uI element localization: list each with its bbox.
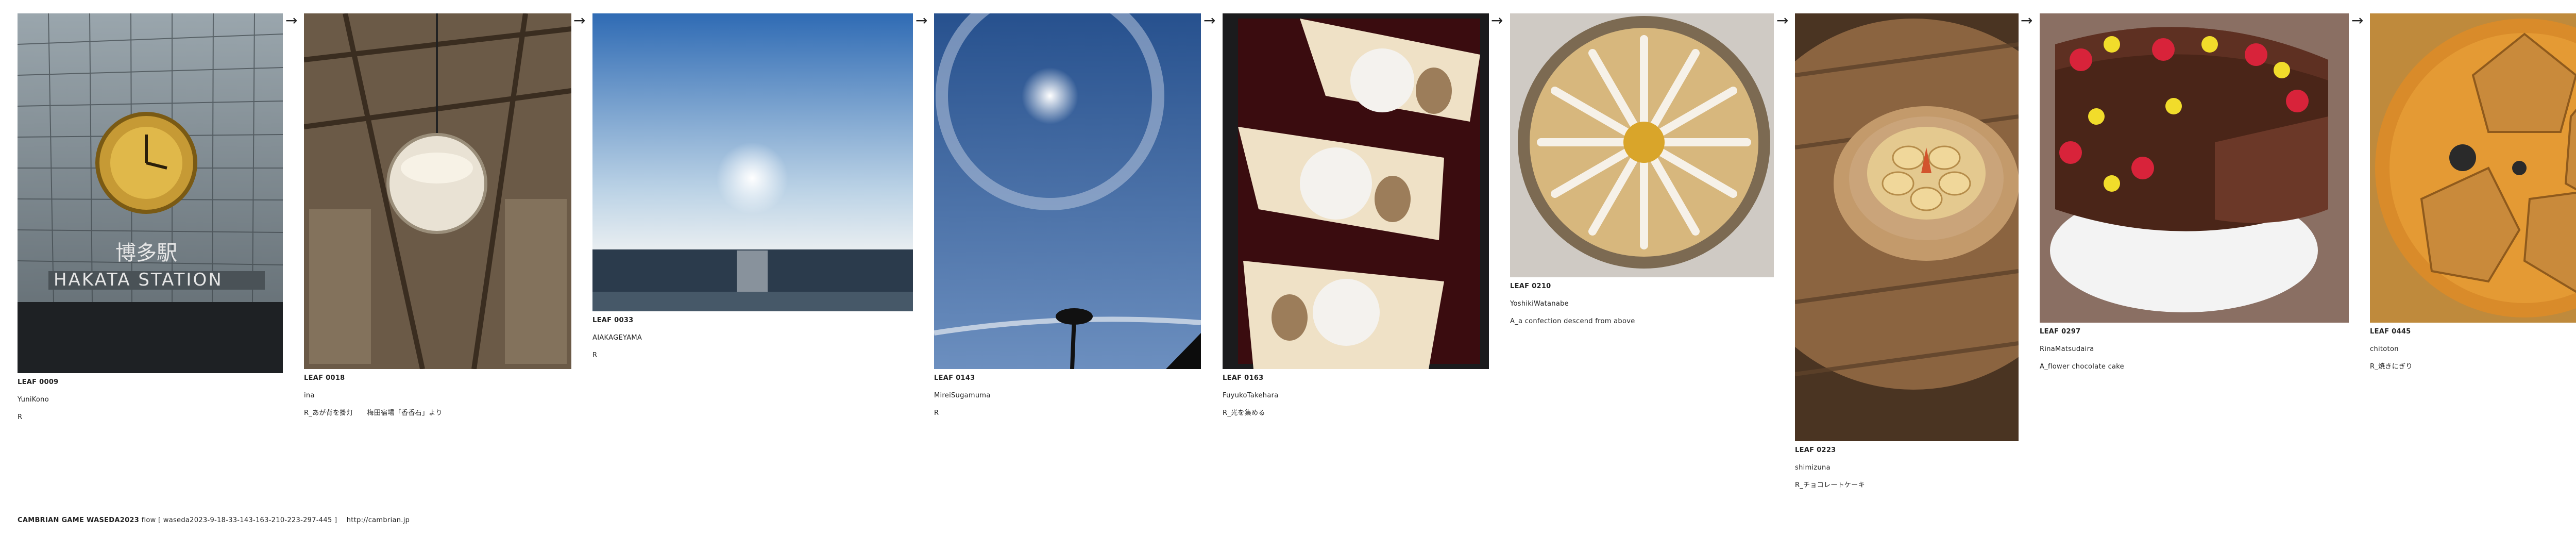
leaf-card-0445[interactable]: LEAF 0445 chitoton R_焼きにぎり [2370, 13, 2576, 380]
leaf-author: shimizuna [1795, 464, 1831, 472]
footer-flow: flow [ waseda2023-9-18-33-143-163-210-22… [141, 516, 337, 524]
leaf-caption: R [934, 409, 939, 417]
leaf-photo-chocolate-cake-table[interactable] [1795, 13, 2019, 441]
leaf-id: LEAF 0009 [18, 378, 59, 386]
leaf-id: LEAF 0297 [2040, 328, 2081, 336]
footer-url-link[interactable]: http://cambrian.jp [347, 516, 410, 524]
leaf-id: LEAF 0163 [1223, 374, 1264, 382]
leaf-caption: A_a confection descend from above [1510, 317, 1635, 325]
station-sign-en: HAKATA STATION [54, 270, 223, 290]
flow-arrow-icon: → [1776, 12, 1789, 29]
leaf-caption: R_光を集める [1223, 409, 1265, 417]
leaf-card-0018[interactable]: LEAF 0018 ina R_あが背を掛灯 梅田宿場「香香石」より [304, 13, 571, 427]
flow-arrow-icon: → [916, 12, 928, 29]
leaf-caption: R_焼きにぎり [2370, 363, 2413, 371]
leaf-photo-sun-halo[interactable] [934, 13, 1201, 369]
leaf-photo-flower-chocolate-cake[interactable] [2040, 13, 2349, 323]
leaf-caption: R_チョコレートケーキ [1795, 481, 1865, 489]
flow-arrow-icon: → [285, 12, 298, 29]
leaf-author: FuyukoTakehara [1223, 392, 1279, 399]
leaf-caption: R [592, 352, 598, 359]
leaf-id: LEAF 0210 [1510, 282, 1551, 290]
leaf-id: LEAF 0223 [1795, 446, 1836, 454]
leaf-author: YuniKono [18, 396, 49, 404]
leaf-photo-boat-dishes[interactable] [1223, 13, 1489, 369]
leaf-caption: R [18, 413, 23, 421]
leaf-author: MireiSugamuma [934, 392, 991, 399]
leaf-card-0223[interactable]: LEAF 0223 shimizuna R_チョコレートケーキ [1795, 13, 2019, 499]
leaf-author: chitoton [2370, 345, 2399, 353]
leaf-card-0163[interactable]: LEAF 0163 FuyukoTakehara R_光を集める [1223, 13, 1489, 427]
leaf-caption: R_あが背を掛灯 梅田宿場「香香石」より [304, 409, 443, 417]
leaf-author: ina [304, 392, 315, 399]
leaf-author: AIAKAGEYAMA [592, 334, 642, 342]
leaf-card-0143[interactable]: LEAF 0143 MireiSugamuma R [934, 13, 1201, 427]
leaf-photo-barn-lamp[interactable] [304, 13, 571, 369]
leaf-id: LEAF 0143 [934, 374, 975, 382]
leaf-id: LEAF 0018 [304, 374, 345, 382]
flow-arrow-icon: → [573, 12, 586, 29]
leaf-card-0009[interactable]: 博多駅 HAKATA STATION LEAF 0009 YuniKono R [18, 13, 283, 431]
leaf-photo-grilled-rice-balls[interactable] [2370, 13, 2576, 323]
leaf-card-0297[interactable]: LEAF 0297 RinaMatsudaira A_flower chocol… [2040, 13, 2349, 380]
leaf-photo-sea-sunset[interactable] [592, 13, 913, 311]
flow-arrow-icon: → [1491, 12, 1503, 29]
leaf-id: LEAF 0445 [2370, 328, 2411, 336]
leaf-author: RinaMatsudaira [2040, 345, 2094, 353]
leaf-caption: A_flower chocolate cake [2040, 363, 2124, 371]
station-sign-jp: 博多駅 [115, 241, 177, 265]
flow-arrow-icon: → [2021, 12, 2033, 29]
leaf-card-0033[interactable]: LEAF 0033 AIAKAGEYAMA R [592, 13, 913, 369]
leaf-id: LEAF 0033 [592, 316, 634, 324]
flow-arrow-icon: → [1204, 12, 1216, 29]
leaf-card-0210[interactable]: LEAF 0210 YoshikiWatanabe A_a confection… [1510, 13, 1774, 335]
leaf-photo-confection-tart[interactable] [1510, 13, 1774, 277]
footer-title: CAMBRIAN GAME WASEDA2023 [18, 516, 140, 524]
leaf-author: YoshikiWatanabe [1510, 300, 1569, 308]
leaf-photo-hakata-station[interactable]: 博多駅 HAKATA STATION [18, 13, 283, 373]
flow-arrow-icon: → [2351, 12, 2364, 29]
footer: CAMBRIAN GAME WASEDA2023 flow [ waseda20… [18, 516, 410, 524]
